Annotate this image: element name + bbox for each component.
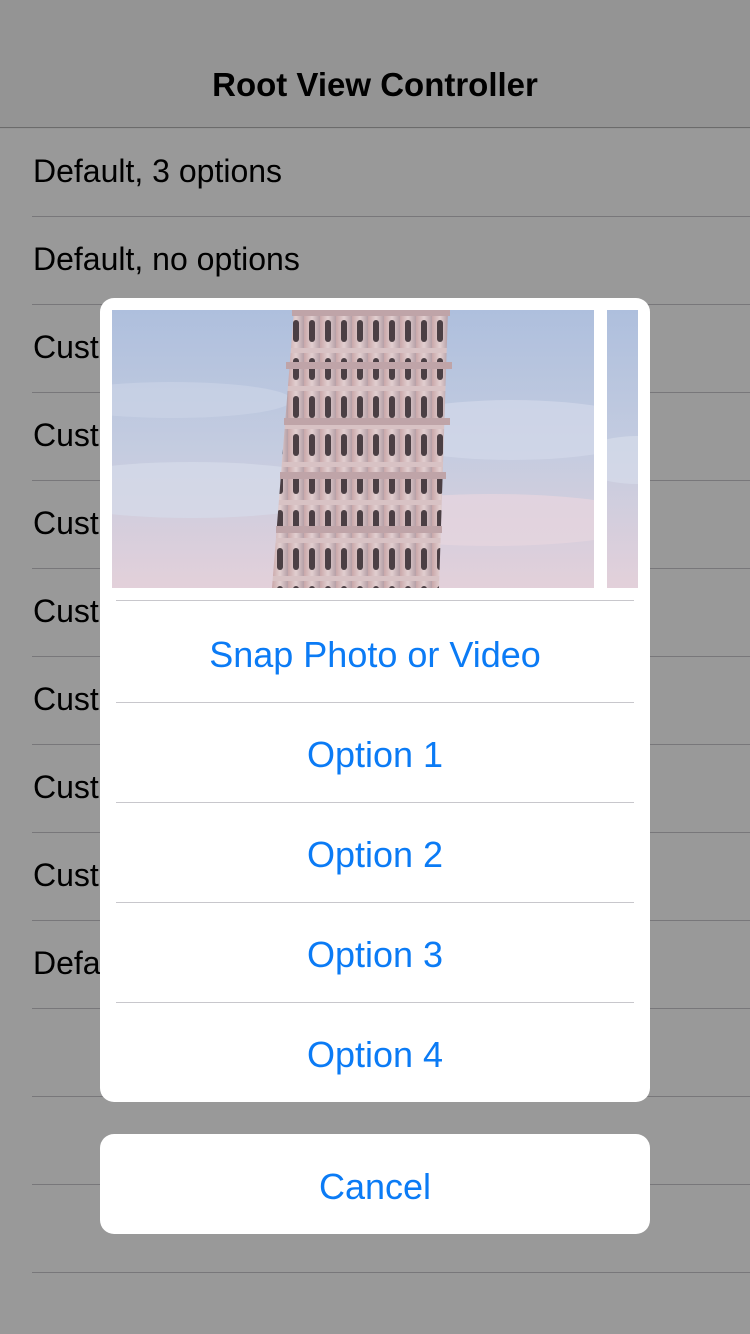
photo-thumbnail[interactable] — [607, 310, 638, 588]
action-label: Option 4 — [306, 1034, 444, 1075]
photo-gallery[interactable] — [112, 310, 638, 588]
action-label: Option 3 — [306, 934, 444, 975]
photo-thumbnail[interactable] — [112, 310, 594, 588]
leaning-tower-photo — [607, 310, 638, 588]
option-2-button[interactable]: Option 2 — [100, 802, 650, 902]
snap-photo-button[interactable]: Snap Photo or Video — [100, 602, 650, 702]
cancel-label: Cancel — [318, 1166, 432, 1207]
option-3-button[interactable]: Option 3 — [100, 902, 650, 1002]
action-label: Option 1 — [306, 734, 444, 775]
option-4-button[interactable]: Option 4 — [100, 1002, 650, 1102]
separator — [116, 702, 634, 703]
leaning-tower-photo — [112, 310, 594, 588]
separator — [116, 1002, 634, 1003]
action-sheet: Snap Photo or Video Option 1 Option 2 Op… — [100, 298, 650, 1102]
separator — [116, 802, 634, 803]
separator — [116, 902, 634, 903]
action-label: Snap Photo or Video — [209, 634, 541, 675]
cancel-button[interactable]: Cancel — [100, 1134, 650, 1234]
option-1-button[interactable]: Option 1 — [100, 702, 650, 802]
separator — [116, 600, 634, 601]
action-label: Option 2 — [306, 834, 444, 875]
